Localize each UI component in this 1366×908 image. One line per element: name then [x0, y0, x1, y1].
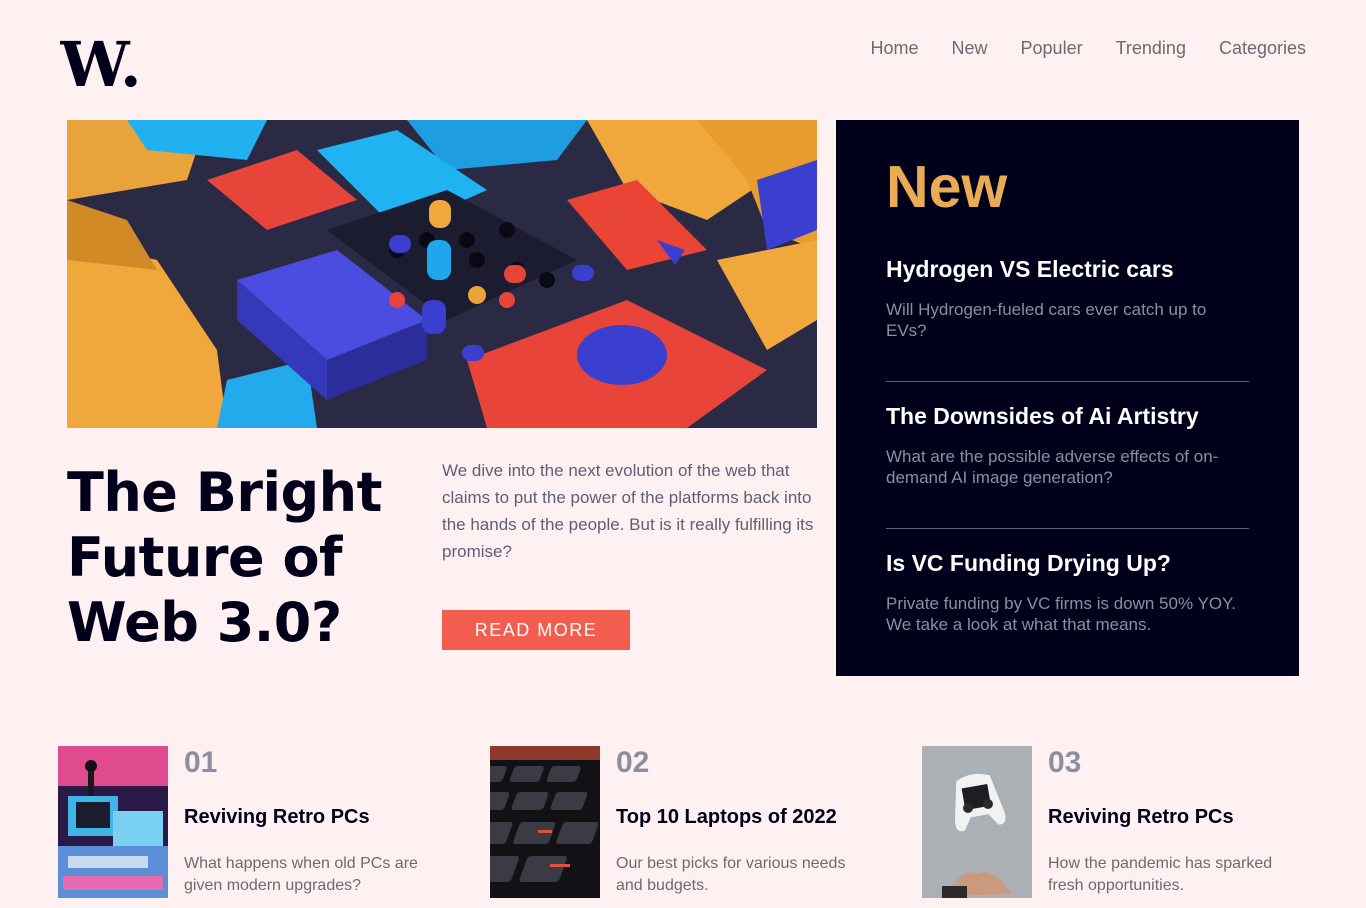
sidebar-divider: [886, 528, 1249, 529]
hero-image: [67, 120, 817, 428]
article-card[interactable]: 01 Reviving Retro PCs What happens when …: [58, 746, 438, 898]
nav-populer[interactable]: Populer: [1021, 38, 1083, 59]
hero-title: The Bright Future of Web 3.0?: [67, 461, 382, 654]
nav-new[interactable]: New: [952, 38, 988, 59]
sidebar-item[interactable]: Hydrogen VS Electric cars Will Hydrogen-…: [886, 255, 1249, 341]
read-more-button[interactable]: READ MORE: [442, 610, 630, 650]
sidebar-item-title[interactable]: Is VC Funding Drying Up?: [886, 549, 1249, 577]
page: W. Home New Populer Trending Categories: [0, 0, 1366, 908]
sidebar-item-title[interactable]: Hydrogen VS Electric cars: [886, 255, 1249, 283]
sidebar-item-title[interactable]: The Downsides of Ai Artistry: [886, 402, 1249, 430]
sidebar-item-desc: What are the possible adverse effects of…: [886, 447, 1219, 487]
sidebar-item-desc: Will Hydrogen-fueled cars ever catch up …: [886, 300, 1207, 340]
article-title[interactable]: Reviving Retro PCs: [1048, 804, 1234, 830]
article-desc: Our best picks for various needs and bud…: [616, 855, 846, 894]
hero-description: We dive into the next evolution of the w…: [442, 461, 814, 561]
nav-trending[interactable]: Trending: [1116, 38, 1186, 59]
article-title[interactable]: Reviving Retro PCs: [184, 804, 370, 830]
brand-logo[interactable]: W.: [60, 30, 140, 90]
new-sidebar: New Hydrogen VS Electric cars Will Hydro…: [836, 120, 1299, 676]
article-thumbnail-retro-pc[interactable]: [58, 746, 168, 898]
nav-categories[interactable]: Categories: [1219, 38, 1306, 59]
sidebar-title: New: [886, 154, 1008, 220]
sidebar-item[interactable]: The Downsides of Ai Artistry What are th…: [886, 402, 1249, 488]
brand-logo-text: W.: [60, 30, 140, 90]
article-desc: What happens when old PCs are given mode…: [184, 855, 418, 894]
article-number: 03: [1048, 746, 1082, 779]
article-number: 01: [184, 746, 218, 779]
article-desc: How the pandemic has sparked fresh oppor…: [1048, 855, 1273, 894]
article-card[interactable]: 02 Top 10 Laptops of 2022 Our best picks…: [490, 746, 870, 898]
article-number: 02: [616, 746, 650, 779]
article-thumbnail-gamepad[interactable]: [922, 746, 1032, 898]
article-title[interactable]: Top 10 Laptops of 2022: [616, 804, 837, 830]
main-nav: Home New Populer Trending Categories: [871, 38, 1307, 59]
sidebar-item[interactable]: Is VC Funding Drying Up? Private funding…: [886, 549, 1249, 635]
nav-home[interactable]: Home: [871, 38, 919, 59]
article-thumbnail-keyboard[interactable]: [490, 746, 600, 898]
article-card[interactable]: 03 Reviving Retro PCs How the pandemic h…: [922, 746, 1302, 898]
sidebar-divider: [886, 381, 1249, 382]
sidebar-item-desc: Private funding by VC firms is down 50% …: [886, 594, 1236, 634]
